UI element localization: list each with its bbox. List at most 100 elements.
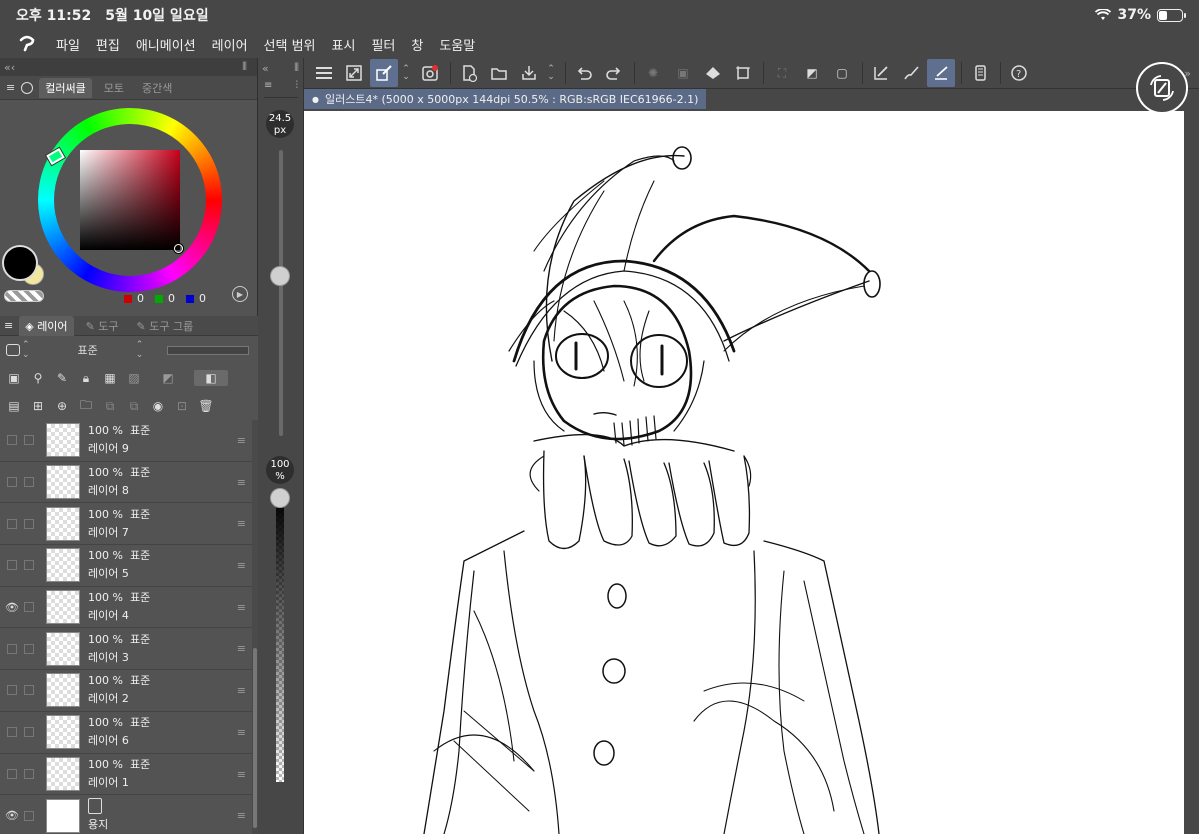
merge-visible-icon[interactable]: ⧉ <box>126 398 142 414</box>
layer-select-checkbox[interactable] <box>24 518 34 529</box>
layer-select-checkbox[interactable] <box>24 685 34 696</box>
layer-select-checkbox[interactable] <box>24 643 34 654</box>
drag-handle-icon[interactable]: ≡ <box>237 642 246 655</box>
save-icon[interactable] <box>515 59 543 87</box>
invert-selection-icon[interactable]: ◩ <box>798 59 826 87</box>
draft-layer-icon[interactable]: ✎ <box>54 370 70 386</box>
saturation-value-square[interactable] <box>80 150 180 250</box>
layer-select-checkbox[interactable] <box>24 810 34 821</box>
smart-brush-icon[interactable] <box>370 59 398 87</box>
drag-handle-icon[interactable]: ≡ <box>237 476 246 489</box>
document-tab[interactable]: ● 일러스트4* (5000 x 5000px 144dpi 50.5% : R… <box>304 89 707 109</box>
drawing-canvas[interactable] <box>304 111 1184 834</box>
layer-row[interactable]: 100 % 표준 레이어 6 ≡ <box>0 711 252 754</box>
app-logo-icon[interactable] <box>16 33 38 55</box>
drag-handle-icon[interactable]: ≡ <box>237 726 246 739</box>
collapse-left-icon[interactable]: « <box>4 61 11 74</box>
drag-handle-icon[interactable]: ≡ <box>237 684 246 697</box>
new-raster-layer-icon[interactable]: ⊞ <box>30 398 46 414</box>
tab-color-set[interactable]: 모토 <box>98 78 130 98</box>
brush-opacity-track[interactable] <box>276 498 284 782</box>
menu-view[interactable]: 표시 <box>332 35 356 54</box>
merge-down-icon[interactable]: ⧉ <box>102 398 118 414</box>
layer-color-icon[interactable] <box>6 344 20 356</box>
quick-access-icon[interactable] <box>416 59 444 87</box>
menu-help[interactable]: 도움말 <box>439 35 475 54</box>
eye-icon[interactable]: 👁︎ <box>0 809 24 822</box>
menu-selection[interactable]: 선택 범위 <box>264 35 316 54</box>
close-dot-icon[interactable]: ● <box>312 95 319 104</box>
drag-handle-icon[interactable]: ≡ <box>237 434 246 447</box>
stepper-icon[interactable]: ⌃ ⌄ <box>22 340 30 360</box>
drag-handle-icon[interactable]: ≡ <box>237 768 246 781</box>
hamburger-menu-icon[interactable] <box>310 59 338 87</box>
clip-layer-icon[interactable]: ▣ <box>6 370 22 386</box>
layer-row[interactable]: 100 % 표준 레이어 8 ≡ <box>0 461 252 504</box>
clear-layer-icon[interactable]: ▣ <box>669 59 697 87</box>
layer-row[interactable]: 100 % 표준 레이어 2 ≡ <box>0 670 252 712</box>
eye-icon[interactable]: 👁︎ <box>0 601 24 614</box>
mask-range-icon[interactable]: ◩ <box>160 370 176 386</box>
visibility-toggle[interactable] <box>0 477 24 488</box>
drag-handle-icon[interactable]: ≡ <box>237 517 246 530</box>
layer-select-checkbox[interactable] <box>24 602 34 613</box>
vector-snap-icon[interactable] <box>927 59 955 87</box>
menu-window[interactable]: 창 <box>411 35 423 54</box>
tool-settings-icon[interactable]: ⫶ <box>296 80 299 97</box>
chevron-left-icon[interactable]: ‹ <box>11 61 15 74</box>
fill-icon[interactable] <box>699 59 727 87</box>
tab-tool-group[interactable]: ✎ 도구 그룹 <box>131 316 200 336</box>
brush-size-knob[interactable] <box>270 266 290 286</box>
main-color-swatch[interactable] <box>2 245 38 281</box>
paper-layer-row[interactable]: 👁︎ 용지 ≡ <box>0 795 252 834</box>
visibility-toggle[interactable] <box>0 685 24 696</box>
brush-snap-icon[interactable] <box>897 59 925 87</box>
new-folder-icon[interactable]: 🗀︎ <box>78 398 94 414</box>
panel-menu-icon[interactable]: ≡ <box>6 81 15 94</box>
new-vector-layer-icon[interactable]: ⊕ <box>54 398 70 414</box>
device-settings-icon[interactable] <box>966 59 994 87</box>
panel-grip-icon[interactable]: ⦀ <box>242 60 247 74</box>
menu-animation[interactable]: 애니메이션 <box>136 35 196 54</box>
visibility-toggle[interactable] <box>0 727 24 738</box>
layer-row[interactable]: 100 % 표준 레이어 7 ≡ <box>0 503 252 546</box>
layer-color-mode-icon[interactable]: ◧ <box>194 370 228 386</box>
show-selection-icon[interactable]: ▢ <box>828 59 856 87</box>
layer-property-icon[interactable]: ▤ <box>6 398 22 414</box>
lock-transparent-icon[interactable]: ▦ <box>102 370 118 386</box>
collapse-left-icon[interactable]: « <box>262 62 269 75</box>
visibility-toggle[interactable] <box>0 435 24 446</box>
panel-menu-icon[interactable]: ≡ <box>4 319 13 332</box>
menu-layer[interactable]: 레이어 <box>212 35 248 54</box>
layer-select-checkbox[interactable] <box>24 477 34 488</box>
deselect-icon[interactable]: ⛶ <box>768 59 796 87</box>
fit-screen-icon[interactable] <box>340 59 368 87</box>
expand-stepper-icon[interactable]: ⌃ ⌄ <box>545 65 557 82</box>
transform-icon[interactable] <box>729 59 757 87</box>
layer-row[interactable]: 100 % 표준 레이어 3 ≡ <box>0 628 252 671</box>
apply-mask-icon[interactable]: ⊡ <box>174 398 190 414</box>
layer-select-checkbox[interactable] <box>24 727 34 738</box>
layer-select-checkbox[interactable] <box>24 560 34 571</box>
layer-scrollbar-thumb[interactable] <box>253 648 257 828</box>
loading-icon[interactable]: ✺ <box>639 59 667 87</box>
layer-row[interactable]: 100 % 표준 레이어 1 ≡ <box>0 753 252 796</box>
undo-icon[interactable] <box>570 59 598 87</box>
visibility-toggle[interactable] <box>0 560 24 571</box>
sv-cursor[interactable] <box>174 244 183 253</box>
blend-mode-select[interactable]: 표준 <box>78 342 98 358</box>
layer-row[interactable]: 👁︎ 100 % 표준 레이어 4 ≡ <box>0 586 252 629</box>
drag-handle-icon[interactable]: ≡ <box>237 601 246 614</box>
new-file-icon[interactable] <box>455 59 483 87</box>
visibility-toggle[interactable] <box>0 518 24 529</box>
blend-stepper-icon[interactable]: ⌃ ⌄ <box>136 340 144 360</box>
drag-handle-icon[interactable]: ≡ <box>237 559 246 572</box>
drag-handle-icon[interactable]: ≡ <box>237 809 246 822</box>
lock-icon[interactable]: 🔒︎ <box>78 370 94 386</box>
visibility-toggle[interactable] <box>0 768 24 779</box>
tab-color-circle[interactable]: 컬러써클 <box>39 77 92 98</box>
brush-opacity-knob[interactable] <box>270 488 290 508</box>
ruler-snap-icon[interactable] <box>867 59 895 87</box>
strip-grip-icon[interactable]: ⦀ <box>294 61 299 75</box>
transparent-color-swatch[interactable] <box>4 290 44 302</box>
